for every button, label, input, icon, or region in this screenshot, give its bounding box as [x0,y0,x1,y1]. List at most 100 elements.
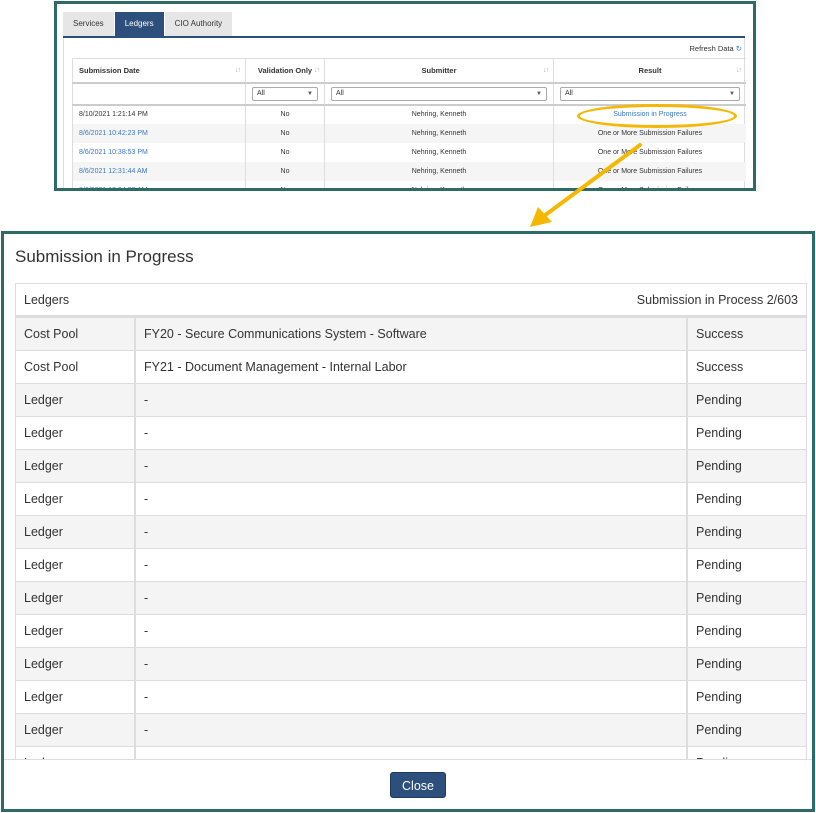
validation-filter-select[interactable]: All ▼ [252,86,318,101]
submission-date-link[interactable]: 8/6/2021 12:24:33 AM [72,180,246,188]
table-row: 8/6/2021 12:31:44 AM No Nehring, Kenneth… [72,161,746,181]
close-button[interactable]: Close [390,772,446,798]
table-row: Ledger-Pending [16,647,806,681]
submission-date-link[interactable]: 8/6/2021 10:42:23 PM [72,123,246,143]
item-name: - [134,383,687,417]
item-status: Pending [686,713,806,747]
item-status: Pending [686,614,806,648]
submitter-cell: Nehring, Kenneth [324,123,554,143]
item-name: - [134,581,687,615]
table-row: Ledger-Pending [16,449,806,483]
item-status: Pending [686,383,806,417]
table-row: Ledger-Pending [16,581,806,615]
submitter-cell: Nehring, Kenneth [324,142,554,162]
result-cell: One or More Submission Failures [553,180,746,188]
table-row: Cost Pool FY20 - Secure Communications Sy… [16,317,806,351]
filter-row: All ▼ All ▼ All ▼ [72,81,746,106]
item-name: - [134,416,687,450]
item-name: FY21 - Document Management - Internal La… [134,350,687,384]
item-type: Ledger [16,581,135,615]
sort-icon[interactable]: ↓↑ [235,67,241,74]
tab-ledgers[interactable]: Ledgers [114,12,165,36]
dialog-body[interactable]: Ledgers Submission in Process 2/603 Cost… [15,283,807,763]
column-header-submission-date[interactable]: Submission Date ↓↑ [72,58,246,83]
item-name: - [134,482,687,516]
table-row: Ledger-Pending [16,482,806,516]
table-row: Ledger-Pending [16,614,806,648]
dialog-footer: Close [4,759,812,809]
item-name: - [134,548,687,582]
result-cell: One or More Submission Failures [553,142,746,162]
table-row: Ledger-Pending [16,383,806,417]
validation-only-cell: No [245,104,325,124]
item-name: FY20 - Secure Communications System - So… [134,317,687,351]
table-row: Ledger-Pending [16,515,806,549]
refresh-data-link[interactable]: Refresh Data ↻ [690,44,742,53]
chevron-down-icon: ▼ [536,90,542,97]
submission-items-table: Cost Pool FY20 - Secure Communications Sy… [16,317,806,762]
ledgers-screen: Services Ledgers CIO Authority Refresh D… [54,1,756,191]
item-type: Ledger [16,647,135,681]
result-cell: One or More Submission Failures [553,161,746,181]
table-row: 8/6/2021 12:24:33 AM No Nehring, Kenneth… [72,180,746,188]
validation-only-cell: No [245,123,325,143]
table-row: 8/6/2021 10:38:53 PM No Nehring, Kenneth… [72,142,746,162]
refresh-label: Refresh Data [689,44,734,53]
item-type: Cost Pool [16,350,135,384]
submitter-filter-select[interactable]: All ▼ [331,86,547,101]
item-status: Success [686,317,806,351]
refresh-icon: ↻ [735,44,742,53]
validation-only-cell: No [245,142,325,162]
sort-icon[interactable]: ↓↑ [314,67,320,74]
item-status: Pending [686,515,806,549]
item-status: Pending [686,482,806,516]
result-filter-select[interactable]: All ▼ [560,86,740,101]
submission-progress-dialog: Submission in Progress Ledgers Submissio… [1,231,815,812]
submission-date-link[interactable]: 8/6/2021 12:31:44 AM [72,161,246,181]
item-name: - [134,515,687,549]
column-header-result[interactable]: Result ↓↑ [553,58,746,83]
highlight-ellipse [577,104,737,128]
item-name: - [134,647,687,681]
item-type: Ledger [16,383,135,417]
section-label: Ledgers [24,292,70,307]
submitter-cell: Nehring, Kenneth [324,161,554,181]
table-row: Ledger-Pending [16,680,806,714]
item-type: Ledger [16,680,135,714]
tab-cio-authority[interactable]: CIO Authority [164,12,234,36]
item-status: Pending [686,581,806,615]
item-type: Ledger [16,416,135,450]
progress-status: Submission in Process 2/603 [636,292,798,307]
tab-services[interactable]: Services [63,12,115,36]
item-name: - [134,713,687,747]
table-row: Ledger-Pending [16,713,806,747]
item-type: Ledger [16,614,135,648]
item-status: Success [686,350,806,384]
column-header-submitter[interactable]: Submitter ↓↑ [324,58,554,83]
chevron-down-icon: ▼ [307,90,313,97]
sort-icon[interactable]: ↓↑ [736,67,742,74]
dialog-title: Submission in Progress [15,247,194,266]
submitter-cell: Nehring, Kenneth [324,104,554,124]
table-row: Cost Pool FY21 - Document Management - In… [16,350,806,384]
chevron-down-icon: ▼ [729,90,735,97]
item-status: Pending [686,548,806,582]
item-type: Ledger [16,449,135,483]
column-header-validation-only[interactable]: Validation Only ↓↑ [245,58,325,83]
table-row: Ledger-Pending [16,416,806,450]
item-type: Cost Pool [16,317,135,351]
item-type: Ledger [16,482,135,516]
submission-date: 8/10/2021 1:21:14 PM [72,104,246,124]
table-row: Ledger-Pending [16,548,806,582]
item-status: Pending [686,416,806,450]
sort-icon[interactable]: ↓↑ [543,67,549,74]
item-type: Ledger [16,548,135,582]
item-status: Pending [686,647,806,681]
validation-only-cell: No [245,180,325,188]
item-name: - [134,680,687,714]
submission-date-link[interactable]: 8/6/2021 10:38:53 PM [72,142,246,162]
tab-bar: Services Ledgers CIO Authority [63,12,234,36]
submitter-cell: Nehring, Kenneth [324,180,554,188]
item-status: Pending [686,449,806,483]
item-status: Pending [686,680,806,714]
